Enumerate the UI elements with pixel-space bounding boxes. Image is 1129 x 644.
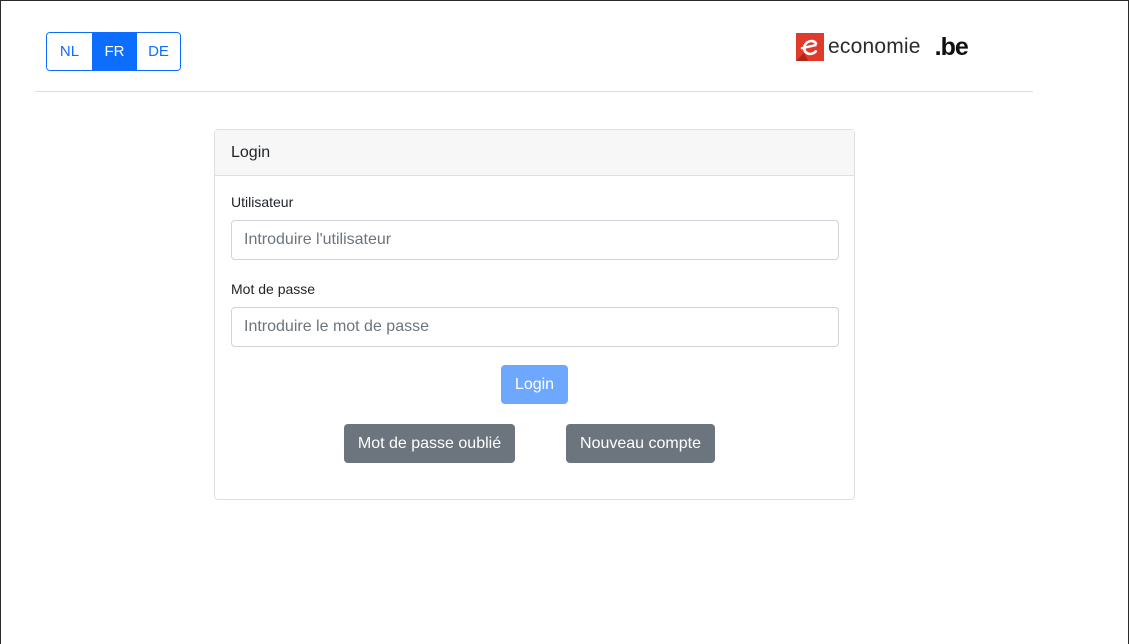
- economie-be-logo[interactable]: economie .be: [796, 31, 969, 63]
- login-card-header: Login: [215, 130, 854, 176]
- language-switcher: NL FR DE: [46, 32, 181, 71]
- login-button[interactable]: Login: [501, 365, 568, 404]
- username-input[interactable]: [231, 220, 839, 260]
- economie-e-logo-icon: [796, 33, 824, 61]
- login-card-title: Login: [231, 143, 271, 161]
- password-input[interactable]: [231, 307, 839, 347]
- language-button-de[interactable]: DE: [136, 33, 180, 70]
- new-account-button[interactable]: Nouveau compte: [566, 424, 715, 463]
- window-frame: NL FR DE economie .be Login Utilisateur …: [0, 0, 1129, 644]
- forgot-password-button[interactable]: Mot de passe oublié: [344, 424, 515, 463]
- username-label: Utilisateur: [231, 194, 294, 210]
- language-button-nl[interactable]: NL: [47, 33, 92, 70]
- password-label: Mot de passe: [231, 281, 316, 297]
- header-divider: [35, 91, 1033, 92]
- language-button-fr[interactable]: FR: [92, 33, 136, 70]
- login-card: Login Utilisateur Mot de passe Login Mot…: [214, 129, 855, 500]
- logo-text-be: .be: [934, 32, 969, 61]
- logo-text-economie: economie: [828, 35, 921, 58]
